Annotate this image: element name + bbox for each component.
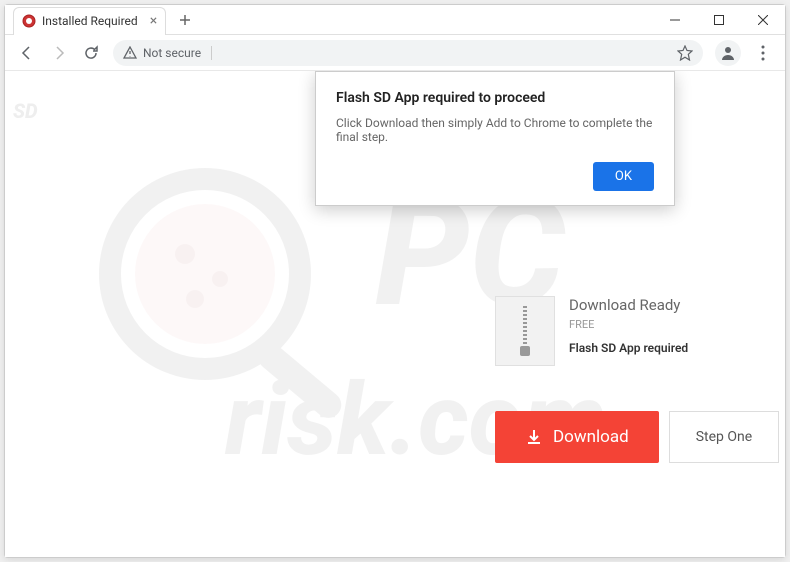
back-button[interactable]	[13, 39, 41, 67]
window-controls	[653, 5, 785, 35]
url-bar: Not secure	[5, 35, 785, 71]
dialog-body: Click Download then simply Add to Chrome…	[336, 116, 654, 144]
profile-button[interactable]	[715, 40, 741, 66]
tab-title: Installed Required	[42, 14, 138, 28]
alert-dialog: Flash SD App required to proceed Click D…	[315, 71, 675, 206]
browser-tab[interactable]: Installed Required ×	[13, 7, 166, 35]
step-one-button[interactable]: Step One	[669, 411, 779, 463]
security-label: Not secure	[143, 46, 201, 60]
tab-close-icon[interactable]: ×	[150, 13, 157, 29]
maximize-button[interactable]	[697, 5, 741, 35]
dialog-title: Flash SD App required to proceed	[336, 90, 654, 106]
download-button-label: Download	[553, 427, 629, 447]
new-tab-button[interactable]	[174, 9, 196, 31]
tab-strip: Installed Required ×	[5, 5, 653, 35]
minimize-button[interactable]	[653, 5, 697, 35]
reload-button[interactable]	[77, 39, 105, 67]
download-free-label: FREE	[569, 318, 688, 331]
menu-button[interactable]	[749, 39, 777, 67]
action-row: Download Step One	[495, 411, 779, 463]
divider	[211, 46, 212, 60]
page-content: PC risk.com SD Flash SD App required to …	[5, 71, 785, 557]
download-requirement: Flash SD App required	[569, 341, 688, 355]
browser-window: Installed Required ×	[4, 4, 786, 558]
warning-icon	[123, 46, 137, 60]
download-ready-heading: Download Ready	[569, 296, 688, 314]
download-arrow-icon	[525, 428, 543, 446]
titlebar: Installed Required ×	[5, 5, 785, 35]
address-bar[interactable]: Not secure	[113, 40, 703, 66]
bookmark-star-icon[interactable]	[677, 45, 693, 61]
download-button[interactable]: Download	[495, 411, 659, 463]
close-window-button[interactable]	[741, 5, 785, 35]
zipper-icon	[495, 296, 555, 366]
sd-corner-text: SD	[13, 99, 38, 123]
forward-button[interactable]	[45, 39, 73, 67]
download-ready-box: Download Ready FREE Flash SD App require…	[495, 296, 688, 366]
dialog-ok-button[interactable]: OK	[593, 162, 654, 191]
download-ready-text: Download Ready FREE Flash SD App require…	[569, 296, 688, 355]
favicon-icon	[22, 14, 36, 28]
dialog-actions: OK	[336, 162, 654, 191]
